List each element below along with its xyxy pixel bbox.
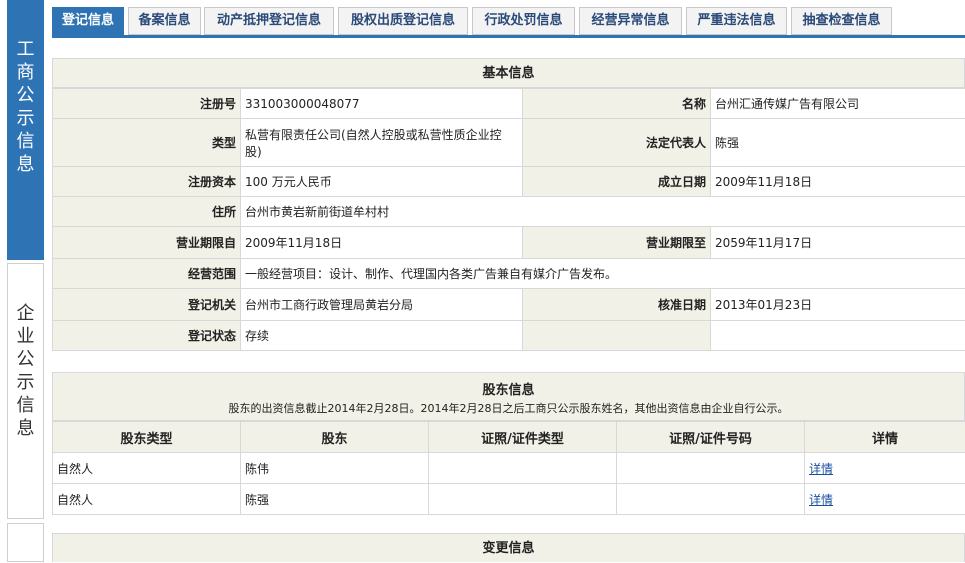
sidebar-char: 信 bbox=[17, 394, 35, 417]
sidebar-char: 公 bbox=[17, 84, 35, 107]
detail-link[interactable]: 详情 bbox=[809, 493, 833, 507]
name-label: 名称 bbox=[523, 89, 711, 119]
tab-inspection[interactable]: 抽查检查信息 bbox=[791, 7, 892, 35]
basic-info-title: 基本信息 bbox=[52, 58, 965, 88]
sidebar-tab-qiye[interactable]: 企 业 公 示 信 息 bbox=[7, 263, 44, 519]
tab-equity-pledge[interactable]: 股权出质登记信息 bbox=[338, 7, 468, 35]
sidebar-char: 公 bbox=[17, 348, 35, 371]
authority-value: 台州市工商行政管理局黄岩分局 bbox=[241, 289, 523, 321]
shareholder-name: 陈强 bbox=[241, 484, 429, 515]
shareholder-id-type bbox=[429, 484, 617, 515]
tab-chattel-mortgage[interactable]: 动产抵押登记信息 bbox=[204, 7, 334, 35]
reg-no-label: 注册号 bbox=[53, 89, 241, 119]
authority-label: 登记机关 bbox=[53, 289, 241, 321]
table-row: 自然人 陈伟 详情 bbox=[53, 453, 965, 484]
tab-registration[interactable]: 登记信息 bbox=[52, 7, 124, 35]
sidebar-char: 企 bbox=[17, 302, 35, 325]
status-value: 存续 bbox=[241, 321, 523, 351]
detail-link[interactable]: 详情 bbox=[809, 462, 833, 476]
sidebar-char: 信 bbox=[17, 130, 35, 153]
approved-value: 2013年01月23日 bbox=[711, 289, 965, 321]
empty-cell bbox=[711, 321, 965, 351]
basic-info-table: 注册号 331003000048077 名称 台州汇通传媒广告有限公司 类型 私… bbox=[52, 88, 965, 351]
term-from-value: 2009年11月18日 bbox=[241, 227, 523, 259]
shareholder-title: 股东信息 bbox=[53, 379, 964, 398]
tab-abnormal[interactable]: 经营异常信息 bbox=[579, 7, 682, 35]
tab-underline bbox=[52, 35, 965, 38]
type-value: 私营有限责任公司(自然人控股或私营性质企业控股) bbox=[241, 119, 523, 167]
basic-info-section: 基本信息 注册号 331003000048077 名称 台州汇通传媒广告有限公司… bbox=[52, 58, 965, 351]
scope-value: 一般经营项目：设计、制作、代理国内各类广告兼自有媒介广告发布。 bbox=[241, 259, 965, 289]
col-header-id-no: 证照/证件号码 bbox=[617, 422, 805, 453]
sidebar-tab-more[interactable] bbox=[7, 523, 44, 562]
capital-label: 注册资本 bbox=[53, 167, 241, 197]
col-header-detail: 详情 bbox=[805, 422, 965, 453]
tab-penalty[interactable]: 行政处罚信息 bbox=[472, 7, 575, 35]
shareholder-type: 自然人 bbox=[53, 453, 241, 484]
shareholder-table: 股东类型 股东 证照/证件类型 证照/证件号码 详情 自然人 陈伟 详情 自然人… bbox=[52, 421, 965, 515]
name-value: 台州汇通传媒广告有限公司 bbox=[711, 89, 965, 119]
term-to-value: 2059年11月17日 bbox=[711, 227, 965, 259]
founded-label: 成立日期 bbox=[523, 167, 711, 197]
empty-cell bbox=[523, 321, 711, 351]
rep-label: 法定代表人 bbox=[523, 119, 711, 167]
sidebar-char: 息 bbox=[17, 153, 35, 176]
col-header-shareholder: 股东 bbox=[241, 422, 429, 453]
sidebar-char: 业 bbox=[17, 325, 35, 348]
tab-filing[interactable]: 备案信息 bbox=[128, 7, 201, 35]
shareholder-header: 股东信息 股东的出资信息截止2014年2月28日。2014年2月28日之后工商只… bbox=[52, 372, 965, 421]
sidebar-char: 息 bbox=[17, 417, 35, 440]
col-header-id-type: 证照/证件类型 bbox=[429, 422, 617, 453]
sidebar-char: 示 bbox=[17, 107, 35, 130]
scope-label: 经营范围 bbox=[53, 259, 241, 289]
type-label: 类型 bbox=[53, 119, 241, 167]
capital-value: 100 万元人民币 bbox=[241, 167, 523, 197]
shareholder-id-no bbox=[617, 484, 805, 515]
founded-value: 2009年11月18日 bbox=[711, 167, 965, 197]
shareholder-section: 股东信息 股东的出资信息截止2014年2月28日。2014年2月28日之后工商只… bbox=[52, 372, 965, 515]
tab-serious-violation[interactable]: 严重违法信息 bbox=[686, 7, 787, 35]
reg-no-value: 331003000048077 bbox=[241, 89, 523, 119]
changes-title: 变更信息 bbox=[52, 533, 965, 562]
term-to-label: 营业期限至 bbox=[523, 227, 711, 259]
sidebar-char: 工 bbox=[17, 38, 35, 61]
sidebar-tab-gongshang[interactable]: 工 商 公 示 信 息 bbox=[7, 0, 44, 260]
changes-section: 变更信息 bbox=[52, 533, 965, 562]
sidebar-char: 示 bbox=[17, 371, 35, 394]
shareholder-type: 自然人 bbox=[53, 484, 241, 515]
table-row: 自然人 陈强 详情 bbox=[53, 484, 965, 515]
term-from-label: 营业期限自 bbox=[53, 227, 241, 259]
rep-value: 陈强 bbox=[711, 119, 965, 167]
shareholder-name: 陈伟 bbox=[241, 453, 429, 484]
sidebar-char: 商 bbox=[17, 61, 35, 84]
col-header-type: 股东类型 bbox=[53, 422, 241, 453]
address-value: 台州市黄岩新前街道牟村村 bbox=[241, 197, 965, 227]
approved-label: 核准日期 bbox=[523, 289, 711, 321]
shareholder-id-type bbox=[429, 453, 617, 484]
shareholder-note: 股东的出资信息截止2014年2月28日。2014年2月28日之后工商只公示股东姓… bbox=[53, 400, 964, 416]
shareholder-id-no bbox=[617, 453, 805, 484]
status-label: 登记状态 bbox=[53, 321, 241, 351]
address-label: 住所 bbox=[53, 197, 241, 227]
